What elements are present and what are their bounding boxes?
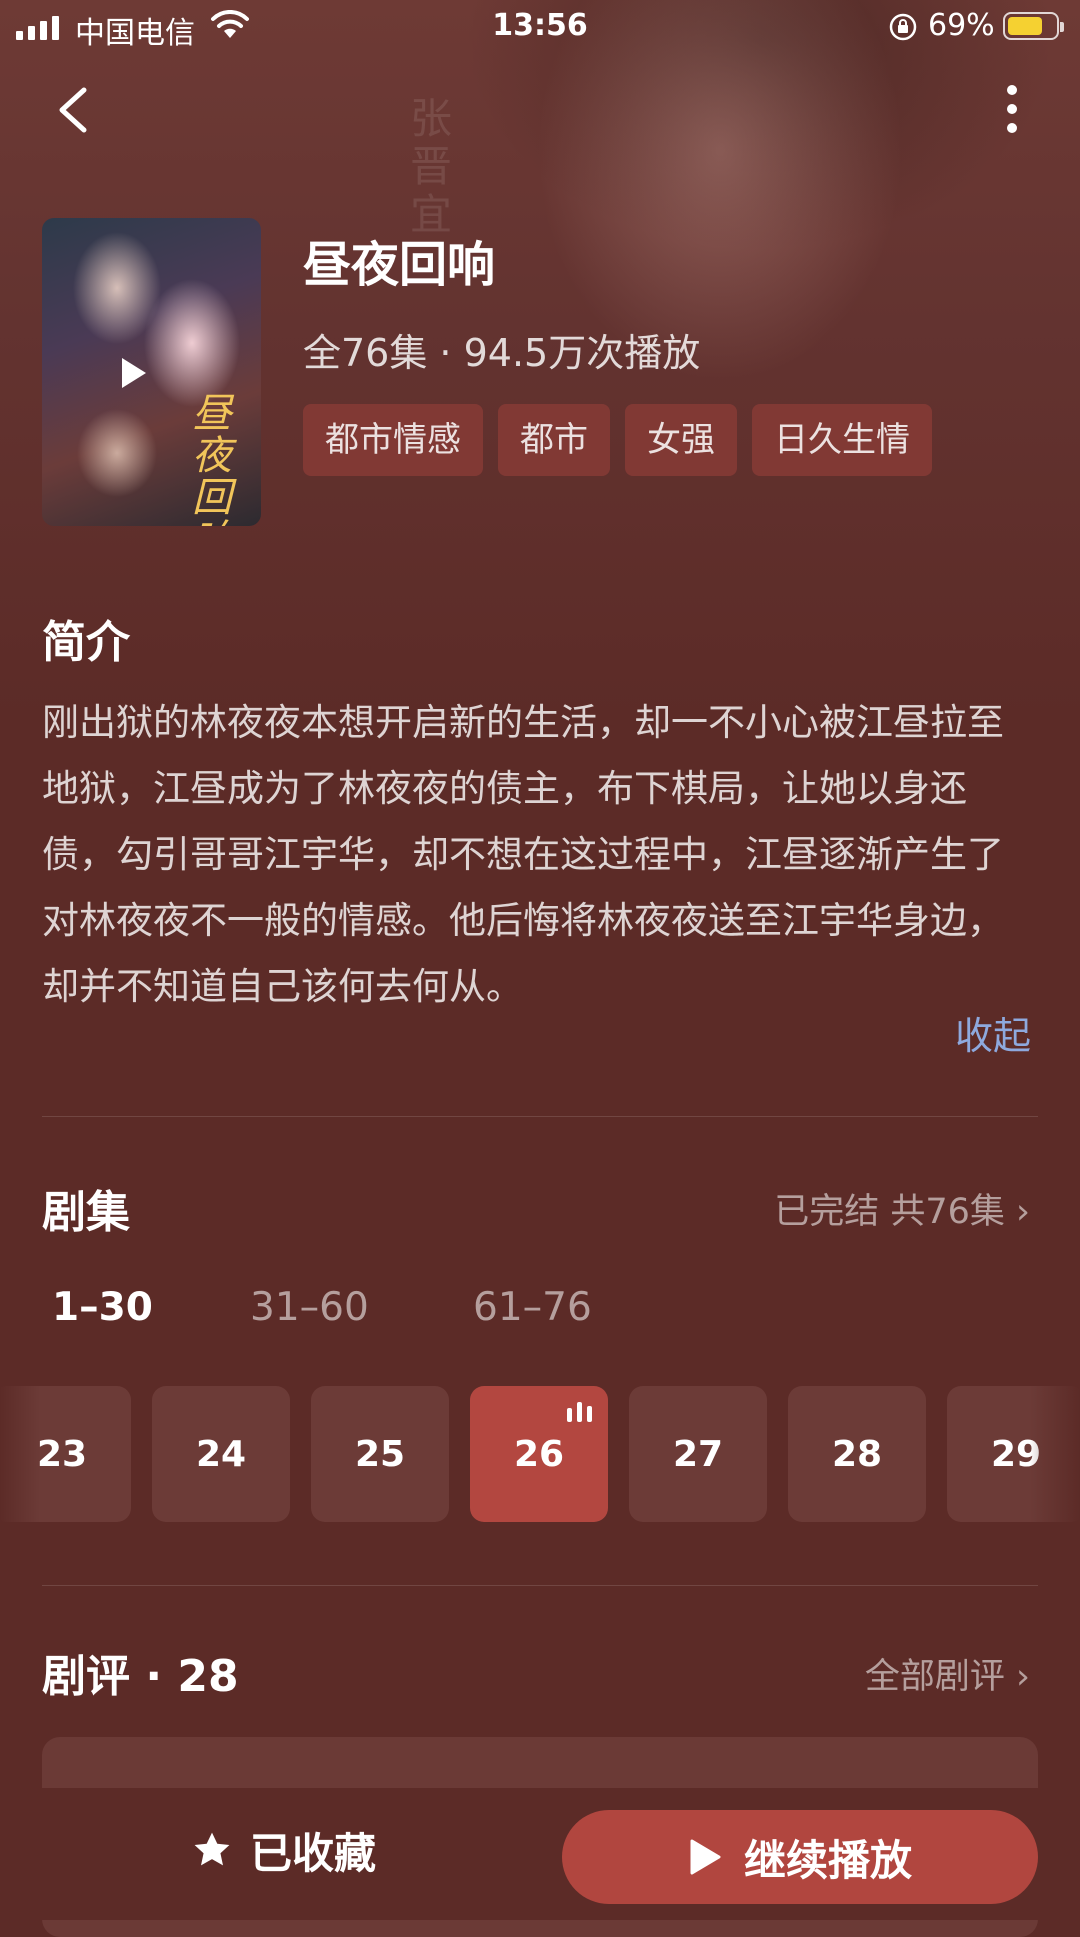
favorite-label: 已收藏 (250, 1828, 377, 1878)
battery-percent: 69% (928, 8, 995, 43)
show-poster[interactable]: 昼夜回响 (42, 218, 261, 526)
episodes-status-link[interactable]: 已完结 共76集 › (774, 1183, 1030, 1234)
episode-number: 23 (36, 1433, 88, 1475)
continue-play-button[interactable]: 继续播放 (562, 1810, 1038, 1904)
episode-button[interactable]: 27 (629, 1386, 767, 1522)
episode-number: 24 (195, 1433, 247, 1475)
background-watermark: 张晋宜 (410, 94, 453, 239)
episode-button[interactable]: 25 (311, 1386, 449, 1522)
episode-number: 25 (354, 1433, 406, 1475)
continue-play-label: 继续播放 (743, 1835, 912, 1885)
tag-list: 都市情感 都市 女强 日久生情 (303, 404, 932, 476)
scroll-fade (1030, 1386, 1080, 1522)
intro-text: 刚出狱的林夜夜本想开启新的生活，却一不小心被江昼拉至地狱，江昼成为了林夜夜的债主… (42, 701, 1004, 1008)
now-playing-icon (567, 1402, 592, 1422)
star-icon (194, 1832, 230, 1866)
tag-chip[interactable]: 日久生情 (752, 404, 932, 476)
divider (42, 1585, 1038, 1586)
episode-list[interactable]: 23 24 25 26 27 28 29 (0, 1386, 1080, 1522)
intro-heading: 简介 (42, 617, 130, 668)
episodes-heading: 剧集 (42, 1187, 130, 1238)
show-meta: 全76集 · 94.5万次播放 (303, 331, 701, 375)
divider (42, 1116, 1038, 1117)
clock: 13:56 (492, 8, 588, 43)
more-options-button[interactable] (992, 82, 1032, 138)
episode-number: 28 (831, 1433, 883, 1475)
episode-button[interactable]: 28 (788, 1386, 926, 1522)
tag-chip[interactable]: 都市情感 (303, 404, 483, 476)
status-bar: 中国电信 13:56 69% (0, 0, 1080, 56)
collapse-button[interactable]: 收起 (955, 1005, 1031, 1060)
battery-icon (1003, 12, 1064, 40)
favorite-button[interactable]: 已收藏 (190, 1810, 376, 1890)
tab-range-1-30[interactable]: 1–30 (52, 1285, 153, 1330)
poster-title-art: 昼夜回响 (192, 391, 232, 526)
episode-button[interactable]: 24 (152, 1386, 290, 1522)
tab-range-61-76[interactable]: 61–76 (473, 1285, 592, 1330)
play-icon (690, 1839, 721, 1875)
back-button[interactable] (50, 82, 98, 138)
scroll-fade (0, 1386, 40, 1522)
episode-number: 26 (513, 1433, 565, 1475)
episode-number: 27 (672, 1433, 724, 1475)
tab-range-31-60[interactable]: 31–60 (250, 1285, 369, 1330)
episode-button-current[interactable]: 26 (470, 1386, 608, 1522)
tag-chip[interactable]: 女强 (625, 404, 737, 476)
tag-chip[interactable]: 都市 (498, 404, 610, 476)
reviews-heading: 剧评 · 28 (42, 1651, 239, 1702)
all-reviews-link[interactable]: 全部剧评 › (865, 1648, 1030, 1699)
rotation-lock-icon (889, 13, 917, 41)
show-title: 昼夜回响 (303, 237, 496, 293)
poster-play-icon (122, 358, 146, 388)
